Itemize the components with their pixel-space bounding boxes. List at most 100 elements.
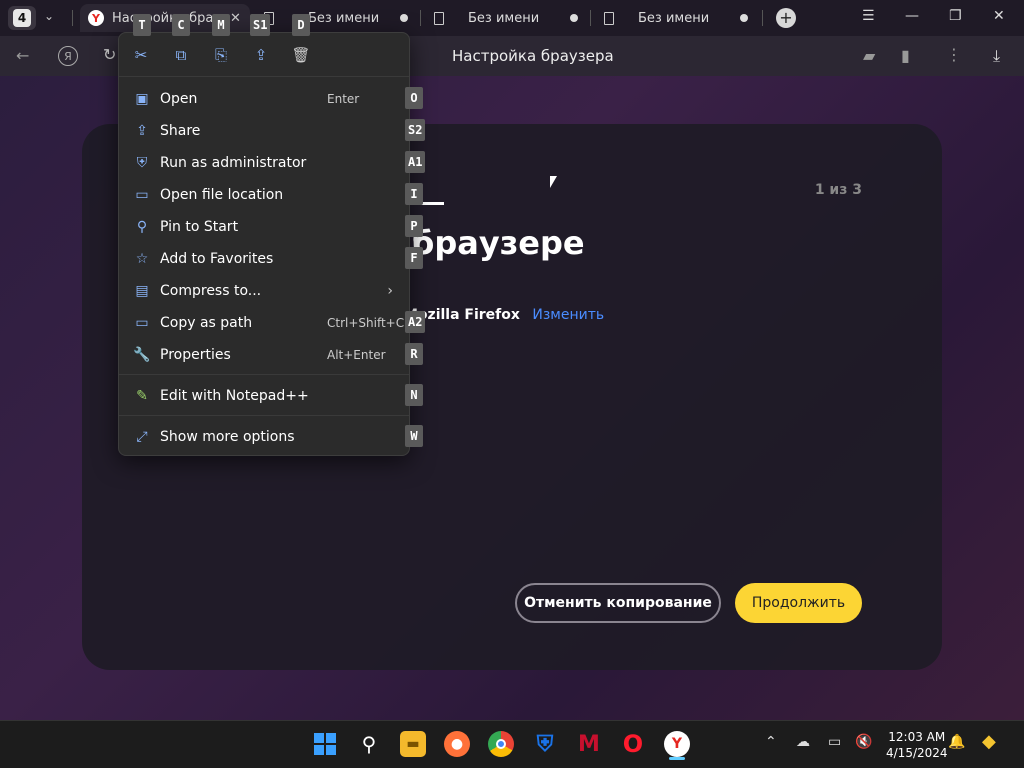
mcafee-icon[interactable]: M — [576, 731, 602, 757]
menu-item-shortcut: Alt+Enter — [327, 348, 386, 362]
tab-untitled-2[interactable]: Без имени — [426, 4, 586, 32]
new-tab-button[interactable]: + — [776, 8, 796, 28]
menu-item-label: Open file location — [160, 187, 284, 203]
active-app-indicator — [669, 757, 685, 760]
access-key-badge: I — [405, 183, 423, 205]
wrench-icon: 🔧 — [133, 347, 151, 363]
menu-item-copy-as-path[interactable]: ▭ Copy as path Ctrl+Shift+C — [119, 308, 409, 338]
access-key-badge: N — [405, 384, 423, 406]
access-key-badge: A1 — [405, 151, 426, 173]
page-title[interactable]: Настройка браузера — [452, 47, 614, 65]
minimize-icon[interactable]: — — [905, 8, 919, 24]
tab-bar: 4 ⌄ Y Настройка браузера ✕ Без имени Без… — [0, 0, 1024, 36]
comment-icon[interactable]: ▰ — [863, 46, 875, 65]
card-heading: браузере — [412, 224, 585, 262]
menu-item-add-to-favorites[interactable]: ☆ Add to Favorites — [119, 244, 409, 274]
tab-untitled-3[interactable]: Без имени — [596, 4, 756, 32]
menu-item-label: Copy as path — [160, 315, 253, 331]
menu-item-run-as-admin[interactable]: ⛨ Run as administrator — [119, 148, 409, 178]
speaker-muted-icon[interactable]: 🔇 — [855, 734, 872, 750]
menu-item-show-more-options[interactable]: ⤢ Show more options — [119, 422, 409, 452]
notepad-icon: ✎ — [136, 388, 148, 404]
cancel-copy-button[interactable]: Отменить копирование — [515, 583, 721, 623]
menu-divider — [119, 374, 409, 375]
more-vertical-icon[interactable]: ⋮ — [946, 45, 962, 64]
menu-item-open-file-location[interactable]: ▭ Open file location — [119, 180, 409, 210]
path-icon: ▭ — [135, 315, 149, 331]
tab-label: Без имени — [468, 10, 540, 26]
step-indicator: 1 из 3 — [814, 182, 862, 198]
reload-icon[interactable]: ↻ — [103, 45, 116, 64]
access-key-badge: A2 — [405, 311, 426, 333]
access-key-badge: S2 — [405, 119, 426, 141]
menu-item-open[interactable]: ▣ Open Enter — [119, 84, 409, 114]
tab-label: Настройка браузера — [112, 10, 222, 26]
menu-item-compress-to[interactable]: ▤ Compress to... › — [119, 276, 409, 306]
chrome-icon[interactable] — [488, 731, 514, 757]
access-key-badge: M — [212, 14, 230, 36]
context-menu-toolbar: ✂ ⧉ ⎘ ⇪ 🗑 — [119, 33, 409, 77]
close-icon[interactable]: ✕ — [230, 11, 241, 26]
tab-label: Без имени — [308, 10, 380, 26]
search-icon[interactable]: ⚲ — [356, 731, 382, 757]
tab-separator — [72, 10, 73, 26]
menu-item-share[interactable]: ⇪ Share — [119, 116, 409, 146]
unsaved-dot-icon — [570, 14, 578, 22]
share-icon: ⇪ — [136, 123, 148, 139]
rename-icon[interactable]: ⎘ — [211, 45, 231, 65]
opera-icon[interactable]: O — [620, 730, 646, 758]
continue-button[interactable]: Продолжить — [735, 583, 862, 623]
menu-item-properties[interactable]: 🔧 Properties Alt+Enter — [119, 340, 409, 370]
close-window-icon[interactable]: ✕ — [993, 8, 1005, 24]
bookmark-icon[interactable]: ▮ — [901, 46, 910, 65]
tab-label: Без имени — [638, 10, 710, 26]
access-key-badge: T — [133, 14, 151, 36]
tab-count-button[interactable]: 4 — [8, 6, 36, 30]
file-explorer-icon[interactable]: ▬ — [400, 731, 426, 757]
defender-shield-icon[interactable]: ⛨ — [532, 731, 558, 757]
access-key-badge: F — [405, 247, 423, 269]
copy-icon[interactable]: ⧉ — [171, 45, 191, 65]
menu-divider — [119, 415, 409, 416]
menu-item-label: Edit with Notepad++ — [160, 388, 309, 404]
access-key-badge: C — [172, 14, 190, 36]
back-icon[interactable]: ← — [16, 46, 29, 65]
chevron-up-icon[interactable]: ⌃ — [765, 734, 777, 750]
menu-item-label: Pin to Start — [160, 219, 239, 235]
tab-untitled-1[interactable]: Без имени — [256, 4, 416, 32]
delete-icon[interactable]: 🗑 — [291, 45, 311, 65]
tab-separator — [762, 10, 763, 26]
share-icon[interactable]: ⇪ — [251, 45, 271, 65]
cut-icon[interactable]: ✂ — [131, 45, 151, 65]
yandex-browser-icon[interactable]: Y — [664, 731, 690, 757]
copilot-icon[interactable]: ◆ — [982, 731, 996, 752]
restore-icon[interactable]: ❐ — [949, 8, 962, 24]
cloud-offline-icon[interactable]: ☁ — [796, 734, 810, 750]
document-icon — [604, 11, 614, 25]
menu-item-pin-to-start[interactable]: ⚲ Pin to Start — [119, 212, 409, 242]
menu-icon[interactable]: ☰ — [862, 8, 875, 24]
notification-bell-icon[interactable]: 🔔 — [948, 734, 965, 750]
import-source-row: Mozilla Firefox Изменить — [404, 307, 604, 323]
download-icon[interactable]: ⤓ — [993, 46, 1000, 66]
chevron-down-icon[interactable]: ⌄ — [44, 9, 54, 23]
folder-icon: ▭ — [135, 187, 149, 203]
tab-separator — [590, 10, 591, 26]
mouse-cursor-icon — [550, 176, 557, 188]
menu-item-shortcut: Enter — [327, 92, 360, 106]
menu-item-label: Show more options — [160, 429, 295, 445]
document-icon — [434, 11, 444, 25]
windows-start-icon[interactable] — [312, 731, 338, 757]
open-icon: ▣ — [135, 91, 149, 107]
menu-item-label: Share — [160, 123, 201, 139]
yandex-home-icon[interactable]: Я — [58, 46, 78, 66]
firefox-icon[interactable]: ● — [444, 731, 470, 757]
access-key-badge: W — [405, 425, 423, 447]
change-source-link[interactable]: Изменить — [532, 307, 604, 323]
system-clock[interactable]: 12:03 AM 4/15/2024 — [886, 729, 948, 761]
menu-item-label: Properties — [160, 347, 231, 363]
menu-item-edit-with-notepad[interactable]: ✎ Edit with Notepad++ — [119, 381, 409, 411]
tab-separator — [420, 10, 421, 26]
unsaved-dot-icon — [400, 14, 408, 22]
display-icon[interactable]: ▭ — [828, 734, 841, 750]
